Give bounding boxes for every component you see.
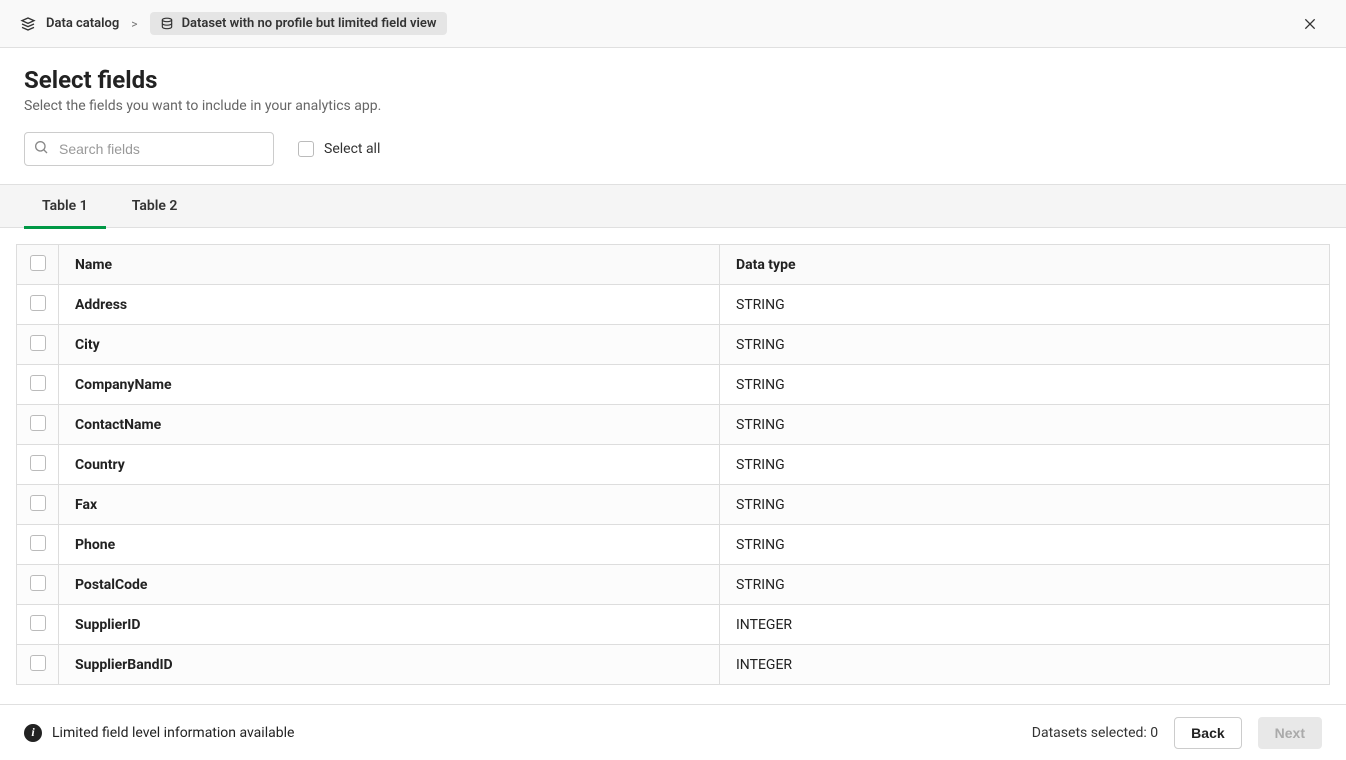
row-checkbox-cell — [17, 405, 59, 445]
header-type[interactable]: Data type — [720, 245, 1330, 285]
breadcrumb-separator: > — [129, 17, 139, 31]
footer-actions: Datasets selected: 0 Back Next — [1032, 717, 1322, 749]
row-checkbox-cell — [17, 605, 59, 645]
row-checkbox[interactable] — [30, 375, 46, 391]
breadcrumb-dataset-chip[interactable]: Dataset with no profile but limited fiel… — [150, 12, 447, 35]
page-title: Select fields — [24, 66, 1322, 94]
close-button[interactable] — [1294, 8, 1326, 40]
row-checkbox[interactable] — [30, 415, 46, 431]
row-checkbox-cell — [17, 645, 59, 685]
tabs-bar: Table 1 Table 2 — [0, 184, 1346, 228]
select-all-checkbox[interactable] — [298, 141, 314, 157]
row-type: STRING — [720, 285, 1330, 325]
tab-table-1[interactable]: Table 1 — [24, 184, 106, 228]
row-name: ContactName — [59, 405, 720, 445]
breadcrumb-catalog[interactable]: Data catalog — [46, 16, 119, 31]
datasets-selected-label: Datasets selected: 0 — [1032, 725, 1158, 741]
table-row: FaxSTRING — [17, 485, 1330, 525]
back-button[interactable]: Back — [1174, 717, 1241, 749]
row-type: STRING — [720, 565, 1330, 605]
row-checkbox-cell — [17, 525, 59, 565]
row-type: INTEGER — [720, 605, 1330, 645]
row-checkbox[interactable] — [30, 535, 46, 551]
table-wrap: Name Data type AddressSTRINGCitySTRINGCo… — [0, 228, 1346, 704]
info-icon: i — [24, 724, 42, 742]
controls-row: Select all — [0, 132, 1346, 184]
tab-table-2[interactable]: Table 2 — [114, 184, 196, 228]
footer-bar: i Limited field level information availa… — [0, 704, 1346, 760]
row-name: SupplierID — [59, 605, 720, 645]
table-row: SupplierBandIDINTEGER — [17, 645, 1330, 685]
fields-table: Name Data type AddressSTRINGCitySTRINGCo… — [16, 244, 1330, 685]
row-type: STRING — [720, 485, 1330, 525]
table-row: CompanyNameSTRING — [17, 365, 1330, 405]
row-type: STRING — [720, 405, 1330, 445]
row-checkbox-cell — [17, 485, 59, 525]
select-all-label: Select all — [324, 141, 380, 157]
row-type: STRING — [720, 365, 1330, 405]
row-type: STRING — [720, 525, 1330, 565]
breadcrumb-dataset-label: Dataset with no profile but limited fiel… — [182, 16, 437, 31]
title-area: Select fields Select the fields you want… — [0, 48, 1346, 132]
select-all[interactable]: Select all — [298, 141, 380, 157]
row-name: City — [59, 325, 720, 365]
row-name: Address — [59, 285, 720, 325]
database-icon — [160, 17, 174, 31]
row-name: SupplierBandID — [59, 645, 720, 685]
row-checkbox-cell — [17, 565, 59, 605]
row-type: STRING — [720, 445, 1330, 485]
header-bar: Data catalog > Dataset with no profile b… — [0, 0, 1346, 48]
search-icon — [33, 139, 49, 159]
table-row: CitySTRING — [17, 325, 1330, 365]
row-name: Country — [59, 445, 720, 485]
row-checkbox[interactable] — [30, 455, 46, 471]
row-checkbox[interactable] — [30, 655, 46, 671]
page-subtitle: Select the fields you want to include in… — [24, 98, 1322, 114]
next-button[interactable]: Next — [1258, 717, 1322, 749]
row-checkbox[interactable] — [30, 495, 46, 511]
table-row: ContactNameSTRING — [17, 405, 1330, 445]
row-checkbox[interactable] — [30, 295, 46, 311]
catalog-icon — [20, 16, 36, 32]
search-wrap — [24, 132, 274, 166]
footer-info-text: Limited field level information availabl… — [52, 725, 294, 741]
footer-info: i Limited field level information availa… — [24, 724, 294, 742]
search-input[interactable] — [24, 132, 274, 166]
header-checkbox-cell — [17, 245, 59, 285]
table-row: PostalCodeSTRING — [17, 565, 1330, 605]
table-row: AddressSTRING — [17, 285, 1330, 325]
row-checkbox-cell — [17, 365, 59, 405]
table-row: PhoneSTRING — [17, 525, 1330, 565]
row-name: PostalCode — [59, 565, 720, 605]
row-name: Phone — [59, 525, 720, 565]
row-checkbox-cell — [17, 325, 59, 365]
table-row: CountrySTRING — [17, 445, 1330, 485]
table-row: SupplierIDINTEGER — [17, 605, 1330, 645]
header-name[interactable]: Name — [59, 245, 720, 285]
row-checkbox[interactable] — [30, 575, 46, 591]
row-checkbox-cell — [17, 445, 59, 485]
row-type: INTEGER — [720, 645, 1330, 685]
breadcrumb: Data catalog > Dataset with no profile b… — [20, 12, 447, 35]
table-header-row: Name Data type — [17, 245, 1330, 285]
header-checkbox[interactable] — [30, 255, 46, 271]
row-checkbox[interactable] — [30, 335, 46, 351]
row-checkbox[interactable] — [30, 615, 46, 631]
row-type: STRING — [720, 325, 1330, 365]
row-name: Fax — [59, 485, 720, 525]
row-name: CompanyName — [59, 365, 720, 405]
row-checkbox-cell — [17, 285, 59, 325]
